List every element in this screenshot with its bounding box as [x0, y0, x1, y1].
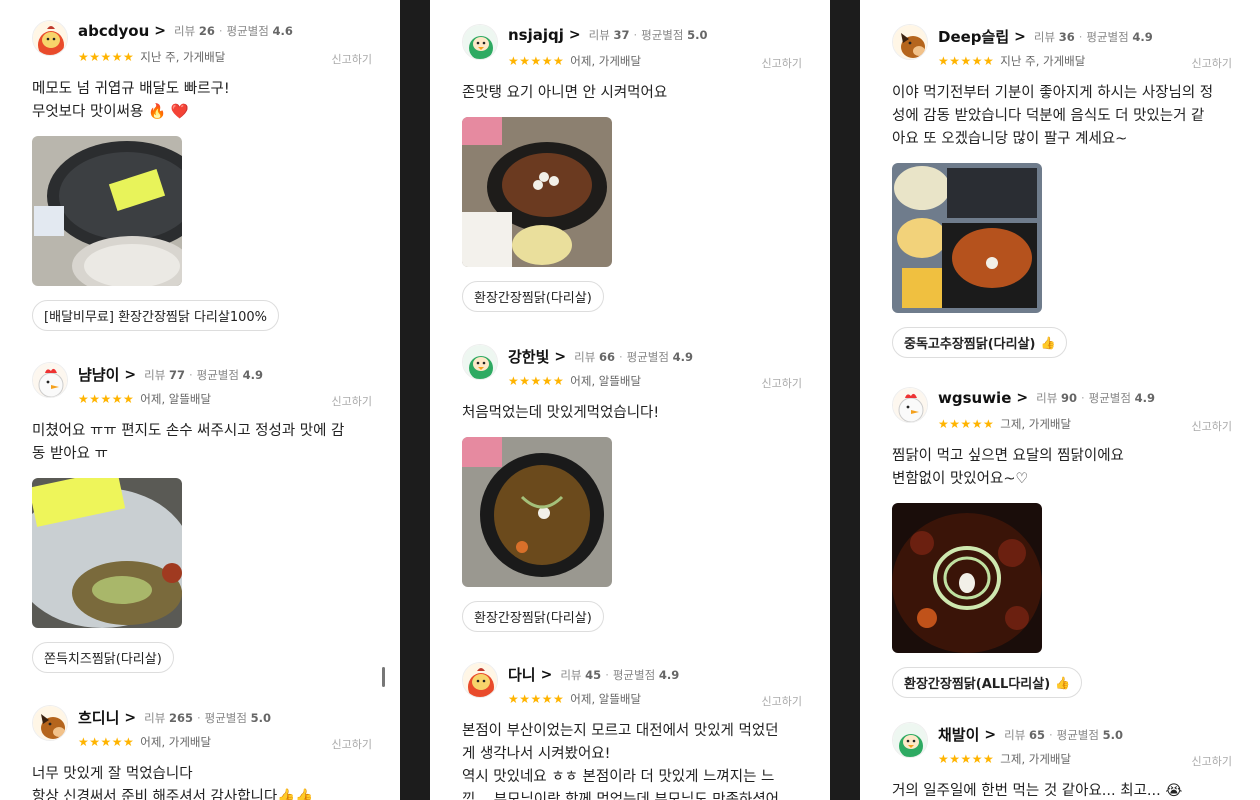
rating-stars: ★★★★★ [508, 54, 565, 68]
horse-avatar[interactable] [892, 24, 928, 60]
review-item: nsjajqj > 리뷰 37 · 평균별점 5.0 ★★★★★ 어제, 가게배달 … [462, 24, 802, 312]
report-link[interactable]: 신고하기 [762, 375, 802, 391]
menu-tag[interactable]: 쫀득치즈찜닭(다리살) [32, 642, 174, 673]
review-item: 흐디니 > 리뷰 265 · 평균별점 5.0 ★★★★★ 어제, 가게배달 신고하… [32, 705, 372, 800]
review-text: 너무 맛있게 잘 먹었습니다 항상 신경써서 준비 해주셔서 감사합니다👍👍 [32, 766, 314, 800]
review-item: 냠냠이 > 리뷰 77 · 평균별점 4.9 ★★★★★ 어제, 알뜰배달 신고하기… [32, 362, 372, 673]
review-time-delivery: 어제, 알뜰배달 [570, 374, 642, 388]
reviewer-stats: 리뷰 45 · 평균별점 4.9 [560, 667, 680, 682]
review-photo[interactable] [462, 117, 612, 267]
review-text: 미쳤어요 ㅠㅠ 편지도 손수 써주시고 정성과 맛에 감 동 받아요 ㅠ [32, 423, 345, 462]
thumbs-up-icon: 👍 [1055, 675, 1071, 690]
rating-stars: ★★★★★ [78, 50, 135, 64]
review-item: 다니 > 리뷰 45 · 평균별점 4.9 ★★★★★ 어제, 알뜰배달 신고하기 … [462, 662, 802, 800]
reviewer-stats: 리뷰 77 · 평균별점 4.9 [144, 367, 263, 382]
review-item: wgsuwie > 리뷰 90 · 평균별점 4.9 ★★★★★ 그제, 가게배달 … [892, 387, 1232, 698]
chevron-right-icon[interactable]: > [1014, 29, 1026, 45]
reviewer-stats: 리뷰 36 · 평균별점 4.9 [1033, 29, 1153, 44]
reviewer-nickname[interactable]: 강한빛 [508, 346, 549, 367]
review-time-delivery: 어제, 알뜰배달 [570, 692, 642, 706]
menu-tag[interactable]: 환장간장찜닭(다리살) [462, 601, 604, 632]
review-time-delivery: 지난 주, 가게배달 [140, 50, 226, 64]
report-link[interactable]: 신고하기 [1192, 753, 1232, 769]
orange-chick-avatar[interactable] [32, 20, 68, 56]
chevron-right-icon[interactable]: > [124, 710, 136, 726]
white-chicken-avatar[interactable] [32, 362, 68, 398]
reviewer-nickname[interactable]: 냠냠이 [78, 364, 119, 385]
reviewer-nickname[interactable]: wgsuwie [938, 389, 1011, 407]
rating-stars: ★★★★★ [938, 54, 995, 68]
rating-stars: ★★★★★ [508, 692, 565, 706]
reviewer-nickname[interactable]: 다니 [508, 664, 536, 685]
reviewer-stats: 리뷰 26 · 평균별점 4.6 [173, 24, 293, 38]
reviewer-stats: 리뷰 65 · 평균별점 5.0 [1004, 727, 1123, 742]
review-time-delivery: 어제, 가게배달 [140, 735, 212, 749]
chevron-right-icon[interactable]: > [984, 727, 996, 743]
reviewer-nickname[interactable]: abcdyou [78, 22, 149, 40]
green-chick-avatar[interactable] [462, 344, 498, 380]
report-link[interactable]: 신고하기 [762, 693, 802, 709]
chevron-right-icon[interactable]: > [554, 349, 566, 365]
rating-stars: ★★★★★ [938, 417, 995, 431]
scrollbar[interactable] [382, 667, 385, 687]
review-photo[interactable] [32, 136, 182, 286]
report-link[interactable]: 신고하기 [332, 51, 372, 67]
review-photo[interactable] [892, 503, 1042, 653]
report-link[interactable]: 신고하기 [1192, 55, 1232, 71]
green-chick-avatar[interactable] [462, 24, 498, 60]
review-item: 채발이 > 리뷰 65 · 평균별점 5.0 ★★★★★ 그제, 가게배달 신고하기… [892, 722, 1232, 800]
reviewer-nickname[interactable]: nsjajqj [508, 26, 564, 44]
review-time-delivery: 어제, 알뜰배달 [140, 392, 212, 406]
review-text: 처음먹었는데 맛있게먹었습니다! [462, 405, 660, 421]
reviewer-stats: 리뷰 37 · 평균별점 5.0 [588, 28, 708, 42]
chevron-right-icon[interactable]: > [541, 667, 553, 683]
reviewer-stats: 리뷰 90 · 평균별점 4.9 [1036, 391, 1155, 405]
chevron-right-icon[interactable]: > [1016, 390, 1028, 406]
review-text: 본점이 부산이었는지 모르고 대전에서 맛있게 먹었던 게 생각나서 시켜봤어요… [462, 723, 780, 800]
white-chicken-avatar[interactable] [892, 387, 928, 423]
menu-tag[interactable]: 환장간장찜닭(다리살) [462, 281, 604, 312]
rating-stars: ★★★★★ [78, 392, 135, 406]
rating-stars: ★★★★★ [508, 374, 565, 388]
reviewer-stats: 리뷰 265 · 평균별점 5.0 [144, 710, 271, 725]
menu-tag[interactable]: [배달비무료] 환장간장찜닭 다리살100% [32, 300, 280, 331]
reviewer-nickname[interactable]: 흐디니 [78, 707, 119, 728]
chevron-right-icon[interactable]: > [124, 367, 136, 383]
report-link[interactable]: 신고하기 [762, 55, 802, 71]
review-time-delivery: 그제, 가게배달 [1000, 752, 1072, 766]
review-text: 이야 먹기전부터 기분이 좋아지게 하시는 사장님의 정 성에 감동 받았습니다… [892, 85, 1214, 147]
review-column-3: Deep슬립 > 리뷰 36 · 평균별점 4.9 ★★★★★ 지난 주, 가게배달… [860, 0, 1260, 800]
review-photo[interactable] [32, 478, 182, 628]
reviewer-stats: 리뷰 66 · 평균별점 4.9 [574, 349, 693, 364]
review-text: 거의 일주일에 한번 먹는 것 같아요... 최고... 😭 [892, 783, 1183, 799]
review-time-delivery: 지난 주, 가게배달 [1000, 54, 1086, 68]
review-time-delivery: 어제, 가게배달 [570, 54, 642, 68]
rating-stars: ★★★★★ [78, 735, 135, 749]
review-text: 존맛탱 요기 아니면 안 시켜먹어요 [462, 85, 668, 101]
menu-tag[interactable]: 환장간장찜닭(ALL다리살) 👍 [892, 667, 1083, 698]
orange-chick-avatar[interactable] [462, 662, 498, 698]
report-link[interactable]: 신고하기 [332, 393, 372, 409]
chevron-right-icon[interactable]: > [154, 23, 166, 39]
review-photo[interactable] [892, 163, 1042, 313]
thumbs-up-icon: 👍 [1040, 335, 1056, 350]
horse-avatar[interactable] [32, 705, 68, 741]
review-column-1: abcdyou > 리뷰 26 · 평균별점 4.6 ★★★★★ 지난 주, 가게배… [0, 0, 400, 800]
review-time-delivery: 그제, 가게배달 [1000, 417, 1072, 431]
green-chick-avatar[interactable] [892, 722, 928, 758]
review-text: 메모도 넘 귀엽규 배달도 빠르구! 무엇보다 맛이써용 🔥 ❤️ [32, 81, 230, 120]
chevron-right-icon[interactable]: > [569, 27, 581, 43]
menu-tag[interactable]: 중독고추장찜닭(다리살) 👍 [892, 327, 1068, 358]
review-item: Deep슬립 > 리뷰 36 · 평균별점 4.9 ★★★★★ 지난 주, 가게배달… [892, 24, 1232, 358]
report-link[interactable]: 신고하기 [332, 736, 372, 752]
review-text: 찜닭이 먹고 싶으면 요달의 찜닭이에요 변함없이 맛있어요~♡ [892, 448, 1124, 487]
reviewer-nickname[interactable]: 채발이 [938, 724, 979, 745]
rating-stars: ★★★★★ [938, 752, 995, 766]
review-item: 강한빛 > 리뷰 66 · 평균별점 4.9 ★★★★★ 어제, 알뜰배달 신고하기… [462, 344, 802, 632]
reviewer-nickname[interactable]: Deep슬립 [938, 26, 1009, 47]
report-link[interactable]: 신고하기 [1192, 418, 1232, 434]
review-column-2: nsjajqj > 리뷰 37 · 평균별점 5.0 ★★★★★ 어제, 가게배달 … [430, 0, 830, 800]
review-photo[interactable] [462, 437, 612, 587]
review-item: abcdyou > 리뷰 26 · 평균별점 4.6 ★★★★★ 지난 주, 가게배… [32, 20, 372, 331]
